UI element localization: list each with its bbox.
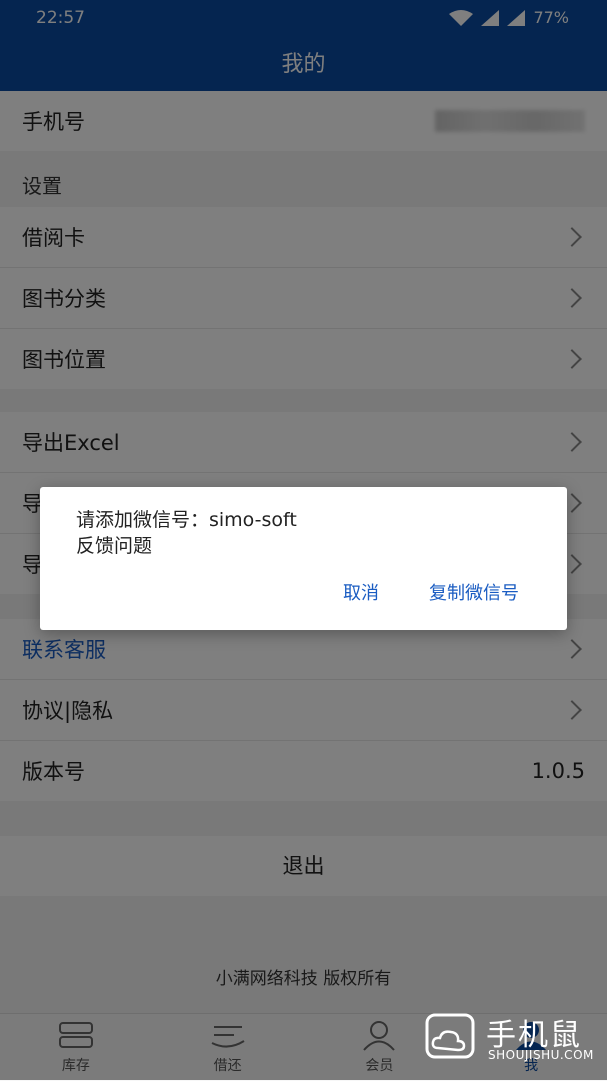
copy-wechat-button[interactable]: 复制微信号: [429, 579, 519, 605]
watermark-domain: SHOUJISHU.COM: [488, 1048, 594, 1062]
watermark: 手机鼠 SHOUJISHU.COM: [424, 1010, 594, 1070]
cloud-logo-icon: [425, 1013, 475, 1059]
wechat-dialog: 请添加微信号：simo-soft 反馈问题 取消 复制微信号: [40, 487, 567, 630]
dialog-message: 请添加微信号：simo-soft 反馈问题: [76, 507, 297, 559]
dialog-message-line1: 请添加微信号：simo-soft: [76, 509, 297, 531]
dialog-message-line2: 反馈问题: [76, 535, 153, 557]
cancel-button[interactable]: 取消: [343, 579, 379, 605]
